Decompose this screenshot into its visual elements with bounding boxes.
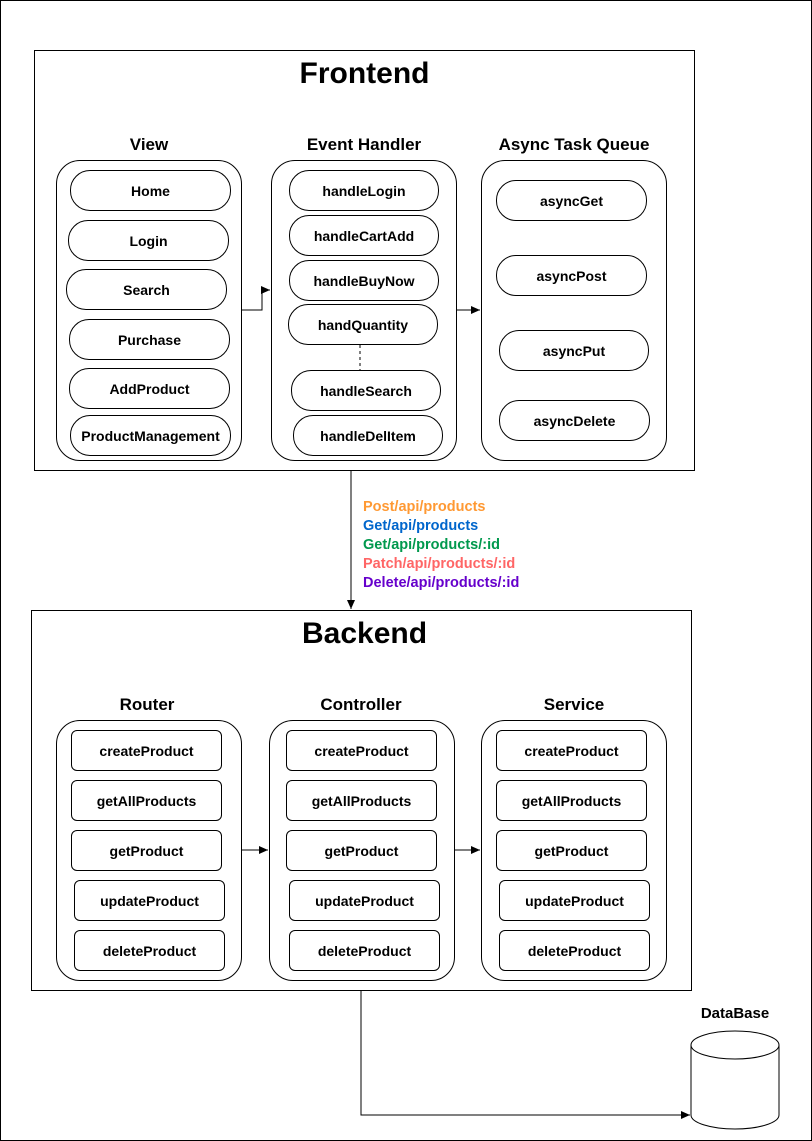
arrow-backend-to-database <box>360 991 690 1119</box>
database-cylinder-icon <box>690 1030 780 1130</box>
connectors-layer <box>242 286 780 1130</box>
arrow-view-to-handler <box>242 286 270 311</box>
